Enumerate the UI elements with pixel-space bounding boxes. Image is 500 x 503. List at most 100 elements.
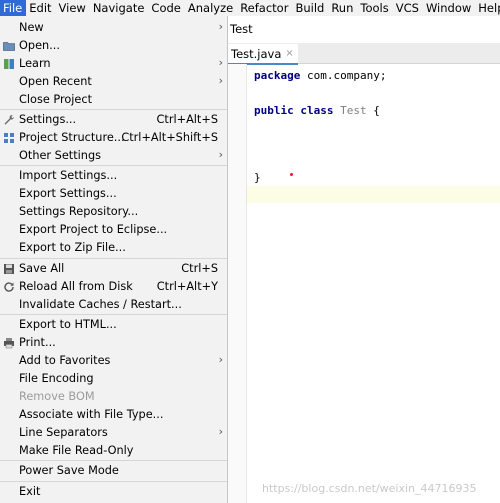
menu-item-line-separators[interactable]: Line Separators › xyxy=(0,424,227,442)
menu-item-shortcut: Ctrl+Alt+Y xyxy=(156,280,218,293)
keyword: package xyxy=(254,69,301,82)
gutter-divider xyxy=(246,64,247,503)
menu-item-label: Add to Favorites xyxy=(19,354,111,367)
code-line-class[interactable]: public class Test { xyxy=(254,104,380,117)
submenu-arrow-icon: › xyxy=(218,74,223,87)
menu-item-add-to-favorites[interactable]: Add to Favorites › xyxy=(0,352,227,370)
menu-file[interactable]: File xyxy=(0,0,27,16)
print-icon xyxy=(3,337,15,349)
menu-refactor[interactable]: Refactor xyxy=(237,0,292,16)
menu-item-file-encoding[interactable]: File Encoding xyxy=(0,370,227,388)
save-icon xyxy=(3,263,15,275)
watermark: https://blog.csdn.net/weixin_44716935 xyxy=(262,482,477,495)
menu-separator xyxy=(0,165,227,166)
class-name: Test xyxy=(333,104,367,117)
menu-window[interactable]: Window xyxy=(423,0,475,16)
menu-item-remove-bom: Remove BOM xyxy=(0,388,227,406)
menu-help[interactable]: Help xyxy=(475,0,500,16)
menu-separator xyxy=(0,314,227,315)
menu-item-label: Project Structure... xyxy=(19,131,125,144)
menu-item-label: Exit xyxy=(19,485,41,498)
code-line-close-brace[interactable]: } xyxy=(254,171,261,184)
menu-item-label: Invalidate Caches / Restart... xyxy=(19,298,182,311)
close-tab-icon[interactable]: × xyxy=(285,48,293,59)
menu-item-label: Save All xyxy=(19,262,65,275)
error-marker-dot xyxy=(290,173,293,176)
menu-item-project-structure[interactable]: Project Structure... Ctrl+Alt+Shift+S xyxy=(0,129,227,147)
code-text: } xyxy=(254,171,261,184)
main-menu-bar: File Edit View Navigate Code Analyze Ref… xyxy=(0,0,500,16)
editor-gutter xyxy=(228,64,246,503)
keyword: public xyxy=(254,104,294,117)
menu-item-label: Associate with File Type... xyxy=(19,408,164,421)
menu-item-shortcut: Ctrl+S xyxy=(181,262,218,275)
menu-separator xyxy=(0,481,227,482)
menu-separator xyxy=(0,258,227,259)
wrench-icon xyxy=(3,114,15,126)
menu-item-shortcut: Ctrl+Alt+S xyxy=(156,113,219,126)
folder-icon xyxy=(3,40,15,52)
menu-item-label: Export Project to Eclipse... xyxy=(19,223,168,236)
menu-item-settings-repository[interactable]: Settings Repository... xyxy=(0,203,227,221)
menu-tools[interactable]: Tools xyxy=(357,0,392,16)
menu-item-label: Other Settings xyxy=(19,149,102,162)
menu-item-label: Line Separators xyxy=(19,426,108,439)
menu-item-label: Export to Zip File... xyxy=(19,241,126,254)
menu-item-exit[interactable]: Exit xyxy=(0,483,227,501)
menu-item-export-to-zip[interactable]: Export to Zip File... xyxy=(0,239,227,257)
menu-item-label: Export to HTML... xyxy=(19,318,117,331)
menu-code[interactable]: Code xyxy=(148,0,184,16)
menu-item-open-recent[interactable]: Open Recent › xyxy=(0,73,227,91)
code-text: { xyxy=(366,104,380,117)
menu-item-export-to-html[interactable]: Export to HTML... xyxy=(0,316,227,334)
menu-vcs[interactable]: VCS xyxy=(393,0,423,16)
tab-label: Test.java xyxy=(231,46,282,61)
menu-view[interactable]: View xyxy=(56,0,90,16)
menu-item-label: Power Save Mode xyxy=(19,464,119,477)
menu-item-other-settings[interactable]: Other Settings › xyxy=(0,147,227,165)
menu-item-print[interactable]: Print... xyxy=(0,334,227,352)
menu-item-label: New xyxy=(19,21,44,34)
menu-edit[interactable]: Edit xyxy=(26,0,55,16)
menu-item-settings[interactable]: Settings... Ctrl+Alt+S xyxy=(0,111,227,129)
file-menu-dropdown: New › Open... Learn › Open Recent › Close Proje… xyxy=(0,16,228,503)
submenu-arrow-icon: › xyxy=(218,20,223,33)
code-line-package[interactable]: package com.company; xyxy=(254,69,386,82)
menu-analyze[interactable]: Analyze xyxy=(185,0,237,16)
menu-run[interactable]: Run xyxy=(328,0,357,16)
menu-item-shortcut: Ctrl+Alt+Shift+S xyxy=(121,131,218,144)
submenu-arrow-icon: › xyxy=(218,353,223,366)
menu-build[interactable]: Build xyxy=(292,0,328,16)
menu-item-export-settings[interactable]: Export Settings... xyxy=(0,185,227,203)
menu-navigate[interactable]: Navigate xyxy=(90,0,149,16)
menu-item-make-read-only[interactable]: Make File Read-Only xyxy=(0,442,227,460)
menu-item-associate-file-type[interactable]: Associate with File Type... xyxy=(0,406,227,424)
menu-item-label: Open... xyxy=(19,39,60,52)
menu-item-label: Close Project xyxy=(19,93,93,106)
menu-item-label: Export Settings... xyxy=(19,187,117,200)
menu-separator xyxy=(0,109,227,110)
menu-item-label: Make File Read-Only xyxy=(19,444,134,457)
menu-item-label: Reload All from Disk xyxy=(19,280,133,293)
menu-item-close-project[interactable]: Close Project xyxy=(0,91,227,109)
reload-icon xyxy=(3,281,15,293)
menu-item-label: Settings Repository... xyxy=(19,205,139,218)
menu-item-reload-from-disk[interactable]: Reload All from Disk Ctrl+Alt+Y xyxy=(0,278,227,296)
menu-item-import-settings[interactable]: Import Settings... xyxy=(0,167,227,185)
menu-item-label: File Encoding xyxy=(19,372,94,385)
menu-item-new[interactable]: New › xyxy=(0,19,227,37)
menu-item-export-to-eclipse[interactable]: Export Project to Eclipse... xyxy=(0,221,227,239)
menu-separator xyxy=(0,460,227,461)
keyword: class xyxy=(293,104,334,117)
menu-item-power-save-mode[interactable]: Power Save Mode xyxy=(0,462,227,480)
menu-item-learn[interactable]: Learn › xyxy=(0,55,227,73)
book-icon xyxy=(3,58,15,70)
menu-item-invalidate-caches[interactable]: Invalidate Caches / Restart... xyxy=(0,296,227,314)
editor-tab-test-java[interactable]: Test.java × xyxy=(228,44,298,65)
menu-item-save-all[interactable]: Save All Ctrl+S xyxy=(0,260,227,278)
menu-item-label: Print... xyxy=(19,336,56,349)
project-structure-icon xyxy=(3,132,15,144)
menu-item-label: Open Recent xyxy=(19,75,92,88)
submenu-arrow-icon: › xyxy=(218,148,223,161)
menu-item-open[interactable]: Open... xyxy=(0,37,227,55)
